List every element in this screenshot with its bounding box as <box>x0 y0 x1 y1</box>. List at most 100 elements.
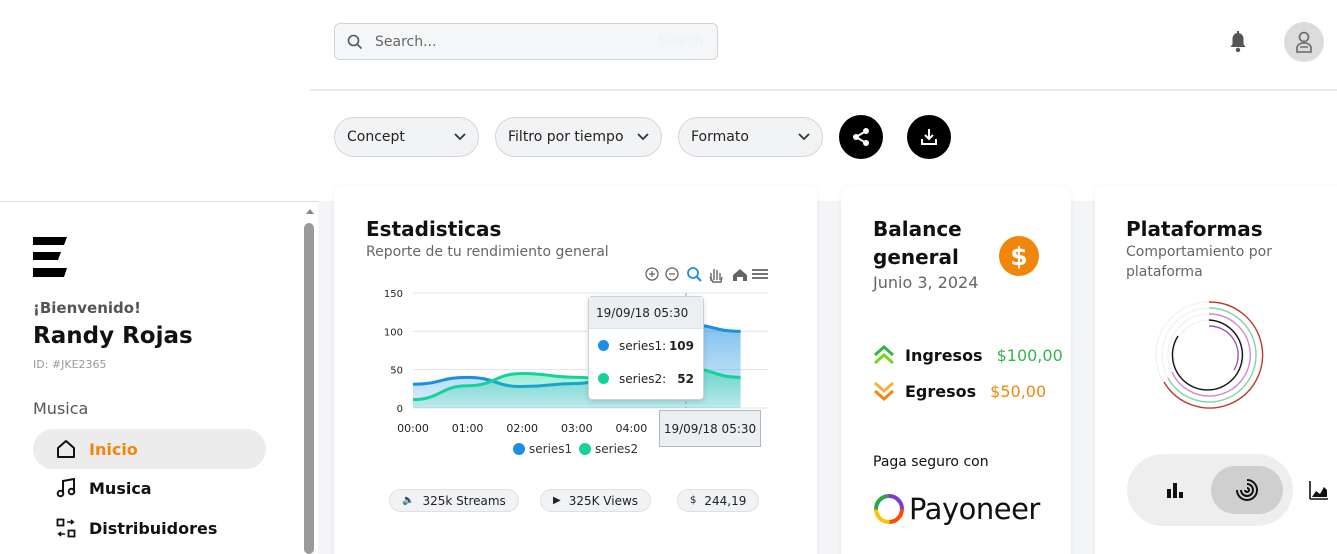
app-logo <box>33 237 67 277</box>
chart-tooltip: 19/09/18 05:30 series1: 109 series2: 52 <box>588 296 704 400</box>
search-button[interactable]: Search <box>658 34 703 49</box>
x-tick-label: 01:00 <box>452 422 484 435</box>
sidebar-item-inicio[interactable]: Inicio <box>33 429 266 469</box>
views-pill: ▶ 325K Views <box>540 489 652 512</box>
earnings-pill-label: 244,19 <box>704 493 747 508</box>
download-icon <box>921 129 937 145</box>
format-dropdown[interactable]: Formato <box>678 117 823 157</box>
zoom-out-icon[interactable] <box>665 267 679 281</box>
download-button[interactable] <box>907 115 951 159</box>
user-icon <box>1296 31 1312 53</box>
x-tick-label: 00:00 <box>397 422 429 435</box>
home-icon <box>55 438 77 460</box>
y-tick-label: 0 <box>397 404 403 415</box>
search-icon <box>347 34 363 49</box>
expense-row: Egresos $50,00 <box>873 380 1046 402</box>
balance-date: Junio 3, 2024 <box>873 273 979 292</box>
payoneer-ring-icon <box>874 494 904 524</box>
platforms-title: Plataformas <box>1126 217 1263 241</box>
sidebar-item-musica[interactable]: Musica <box>33 468 266 508</box>
stats-subtitle: Reporte de tu rendimiento general <box>366 244 609 260</box>
payoneer-logo: Payoneer <box>873 492 1040 526</box>
avatar[interactable] <box>1284 22 1324 62</box>
pan-hand-icon[interactable] <box>709 269 723 283</box>
legend-label-series2: series2 <box>595 442 638 456</box>
legend-marker-series1 <box>513 443 525 455</box>
radial-chart-icon[interactable] <box>1235 478 1259 502</box>
chevron-down-icon <box>637 133 649 141</box>
bell-icon[interactable] <box>1227 30 1249 54</box>
x-tick-label: 04:00 <box>616 422 648 435</box>
zoom-in-icon[interactable] <box>645 267 659 281</box>
expense-label: Egresos <box>905 381 977 401</box>
concept-dropdown[interactable]: Concept <box>334 117 479 157</box>
legend-marker-series2 <box>579 443 591 455</box>
user-id: ID: #JKE2365 <box>33 358 107 371</box>
menu-icon[interactable] <box>752 269 768 279</box>
dollar-icon: $ <box>690 495 697 506</box>
chevron-down-icon <box>798 133 810 141</box>
series2-dot <box>598 373 609 384</box>
selection-zoom-icon[interactable] <box>687 267 702 282</box>
earnings-pill: $ 244,19 <box>677 489 760 512</box>
tooltip-header: 19/09/18 05:30 <box>589 297 703 329</box>
search-input[interactable] <box>375 33 635 50</box>
expense-arrow-icon <box>874 381 894 402</box>
distribute-icon <box>55 517 77 539</box>
speaker-icon: 🔈 <box>402 495 415 506</box>
balance-title-line1: Balance <box>873 217 962 241</box>
streams-pill-label: 325k Streams <box>422 493 506 508</box>
sidebar-item-label: Musica <box>89 478 152 498</box>
tooltip-row-series1: series1: 109 <box>589 329 703 362</box>
tooltip-series1-value: 109 <box>668 338 694 353</box>
format-dropdown-label: Formato <box>691 129 749 145</box>
dollar-icon: $ <box>999 236 1039 276</box>
tooltip-series2-value: 52 <box>677 371 694 386</box>
ring-1 <box>1163 301 1264 409</box>
y-tick-label: 150 <box>384 289 403 300</box>
stats-title: Estadisticas <box>366 217 502 241</box>
welcome-text: ¡Bienvenido! <box>33 299 141 317</box>
income-row: Ingresos $100,00 <box>873 344 1063 366</box>
streams-pill: 🔈 325k Streams <box>389 489 519 512</box>
youtube-icon: ▶ <box>553 495 561 506</box>
reset-home-icon[interactable] <box>733 269 747 281</box>
y-tick-label: 50 <box>390 366 403 377</box>
time-filter-dropdown-label: Filtro por tiempo <box>508 129 624 145</box>
x-tick-label: 03:00 <box>561 422 593 435</box>
y-tick-label: 100 <box>384 327 403 338</box>
sidebar-section-title: Musica <box>33 399 89 418</box>
platforms-radial-chart <box>1155 301 1264 409</box>
platforms-subtitle-line2: plataforma <box>1126 264 1203 280</box>
tooltip-series2-label: series2: <box>619 371 667 386</box>
search-box[interactable]: Search <box>334 23 718 60</box>
legend-label-series1: series1 <box>529 442 572 456</box>
share-icon <box>853 128 869 146</box>
crosshair-x-label: 19/09/18 05:30 <box>659 410 761 447</box>
top-left-blank <box>0 0 310 201</box>
sidebar-item-distribuidores[interactable]: Distribuidores <box>33 508 266 548</box>
sidebar-item-label: Distribuidores <box>89 518 218 538</box>
x-tick-label: 02:00 <box>506 422 538 435</box>
income-arrow-icon <box>874 344 894 365</box>
user-name: Randy Rojas <box>33 323 193 349</box>
concept-dropdown-label: Concept <box>347 129 405 145</box>
share-button[interactable] <box>839 115 883 159</box>
balance-title-line2: general <box>873 245 959 269</box>
scroll-up-arrow-icon[interactable] <box>306 209 314 214</box>
series1-dot <box>598 340 609 351</box>
sidebar-scroll-thumb[interactable] <box>304 223 314 554</box>
time-filter-dropdown[interactable]: Filtro por tiempo <box>495 117 662 157</box>
area-chart-icon[interactable] <box>1309 480 1329 500</box>
header-divider <box>310 89 1337 91</box>
tooltip-row-series2: series2: 52 <box>589 362 703 395</box>
views-pill-label: 325K Views <box>568 493 639 508</box>
payoneer-wordmark: Payoneer <box>909 492 1040 526</box>
bar-chart-icon[interactable] <box>1166 481 1184 499</box>
chart-toolbar <box>645 267 768 283</box>
expense-value: $50,00 <box>990 381 1047 401</box>
platforms-subtitle-line1: Comportamiento por <box>1126 244 1272 260</box>
pay-label: Paga seguro con <box>873 454 989 470</box>
income-value: $100,00 <box>996 345 1063 365</box>
chevron-down-icon <box>454 133 466 141</box>
